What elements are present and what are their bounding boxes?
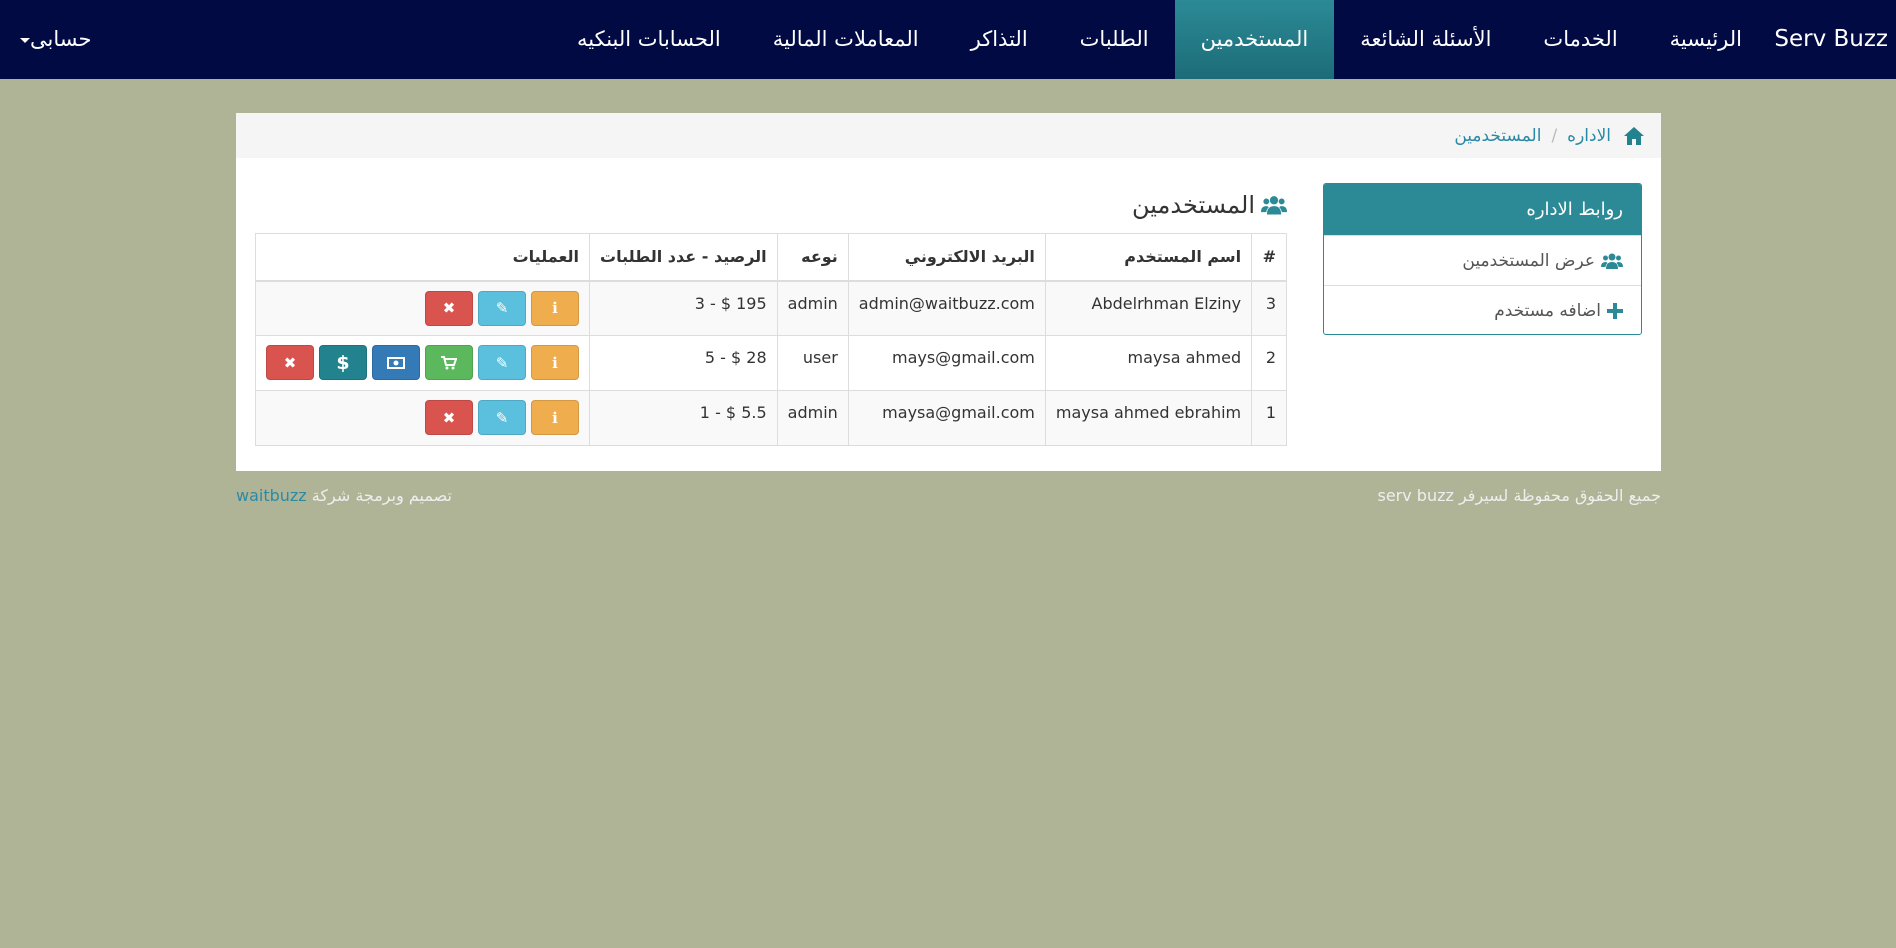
nav-item-tickets[interactable]: التذاكر [945,0,1054,79]
orders-button[interactable] [425,345,473,380]
brand-logo[interactable]: Serv Buzz [1774,0,1888,79]
page-title: المستخدمين [1132,191,1287,219]
action-buttons: ℹ ✎ ✖ [266,290,579,326]
nav-item-faq[interactable]: الأسئلة الشائعة [1334,0,1517,79]
breadcrumb-separator: / [1551,125,1558,146]
breadcrumb-users[interactable]: المستخدمين [1454,126,1541,146]
cell-email: mays@gmail.com [847,335,1046,391]
users-icon [1601,252,1623,270]
breadcrumb: الاداره / المستخدمين [236,113,1661,158]
users-table: # اسم المستخدم البريد الالكتروني نوعه ال… [255,233,1287,446]
admin-links-sidebar: روابط الاداره عرض المستخدمين اضافه مستخد… [1323,183,1642,335]
delete-button[interactable]: ✖ [425,400,473,435]
col-header-balance: الرصيد - عدد الطلبات [589,233,778,282]
cell-balance: 5 - $ 28 [589,335,778,391]
top-navbar: Serv Buzz الرئيسية الخدمات الأسئلة الشائ… [0,0,1896,79]
caret-down-icon [20,37,30,43]
close-icon: ✖ [442,299,456,317]
cell-type: user [776,335,849,391]
sidebar-link-label: عرض المستخدمين [1462,250,1595,271]
cell-username: maysa ahmed ebrahim [1044,390,1253,446]
nav-item-bank-accounts[interactable]: الحسابات البنكيه [551,0,747,79]
sidebar-title: روابط الاداره [1324,184,1641,235]
cell-balance: 1 - $ 5.5 [589,390,778,446]
nav-item-transactions[interactable]: المعاملات المالية [747,0,945,79]
table-row: 2 maysa ahmed mays@gmail.com user 5 - $ … [255,335,1287,391]
col-header-username: اسم المستخدم [1044,233,1253,282]
home-icon[interactable] [1623,126,1645,146]
table-row: 3 Abdelrhman Elziny admin@waitbuzz.com a… [255,280,1287,336]
edit-button[interactable]: ✎ [478,345,526,380]
footer-credit: تصميم وبرمجة شركة waitbuzz [236,486,452,505]
footer-copyright: جميع الحقوق محفوظة لسيرفر serv buzz [1377,486,1661,505]
plus-icon [1607,302,1623,319]
close-icon: ✖ [442,408,456,427]
users-icon [1261,194,1287,216]
cart-icon [441,355,457,369]
footer-credit-text: تصميم وبرمجة شركة [311,486,452,505]
nav-item-orders[interactable]: الطلبات [1054,0,1175,79]
cell-id: 1 [1251,390,1287,446]
info-button[interactable]: ℹ [531,345,579,380]
delete-button[interactable]: ✖ [266,345,314,380]
edit-button[interactable]: ✎ [478,290,526,326]
cell-id: 2 [1251,335,1287,391]
money-icon [387,356,405,369]
cell-username: Abdelrhman Elziny [1044,280,1253,336]
info-icon: ℹ [552,299,558,317]
account-label: حسابى [30,27,92,51]
col-header-type: نوعه [776,233,849,282]
col-header-email: البريد الالكتروني [847,233,1046,282]
cell-actions: ℹ ✎ ✖ [255,390,590,446]
close-icon: ✖ [283,353,297,372]
col-header-id: # [1251,233,1287,282]
info-button[interactable]: ℹ [531,400,579,435]
balance-button[interactable]: $ [319,345,367,380]
info-icon: ℹ [552,353,558,372]
info-button[interactable]: ℹ [531,290,579,326]
dollar-icon: $ [336,351,350,374]
nav-item-home[interactable]: الرئيسية [1644,0,1768,79]
nav-item-users[interactable]: المستخدمين [1174,0,1335,79]
table-row: 1 maysa ahmed ebrahim maysa@gmail.com ad… [255,390,1287,446]
action-buttons: ℹ ✎ $ ✖ [266,345,579,380]
nav-item-services[interactable]: الخدمات [1517,0,1643,79]
sidebar-link-add-user[interactable]: اضافه مستخدم [1324,285,1641,334]
edit-icon: ✎ [495,353,509,372]
cell-balance: 3 - $ 195 [589,280,778,336]
sidebar-link-label: اضافه مستخدم [1494,300,1601,321]
transactions-button[interactable] [372,345,420,380]
cell-email: maysa@gmail.com [847,390,1046,446]
sidebar-link-view-users[interactable]: عرض المستخدمين [1324,235,1641,285]
cell-actions: ℹ ✎ ✖ [255,280,590,336]
cell-actions: ℹ ✎ $ ✖ [255,335,590,391]
table-header-row: # اسم المستخدم البريد الالكتروني نوعه ال… [255,233,1287,282]
action-buttons: ℹ ✎ ✖ [266,400,579,435]
cell-email: admin@waitbuzz.com [847,280,1046,336]
cell-type: admin [776,280,849,336]
nav-menu: الرئيسية الخدمات الأسئلة الشائعة المستخد… [551,0,1768,79]
edit-button[interactable]: ✎ [478,400,526,435]
cell-username: maysa ahmed [1044,335,1253,391]
edit-icon: ✎ [495,299,509,317]
col-header-actions: العمليات [255,233,590,282]
info-icon: ℹ [552,408,558,427]
delete-button[interactable]: ✖ [425,290,473,326]
page-title-text: المستخدمين [1132,191,1255,219]
cell-id: 3 [1251,280,1287,336]
cell-type: admin [776,390,849,446]
account-dropdown[interactable]: حسابى [14,0,91,79]
main-panel: الاداره / المستخدمين روابط الاداره عرض ا… [236,113,1661,471]
edit-icon: ✎ [495,408,509,427]
breadcrumb-admin[interactable]: الاداره [1567,126,1611,146]
footer-credit-link[interactable]: waitbuzz [236,486,307,505]
